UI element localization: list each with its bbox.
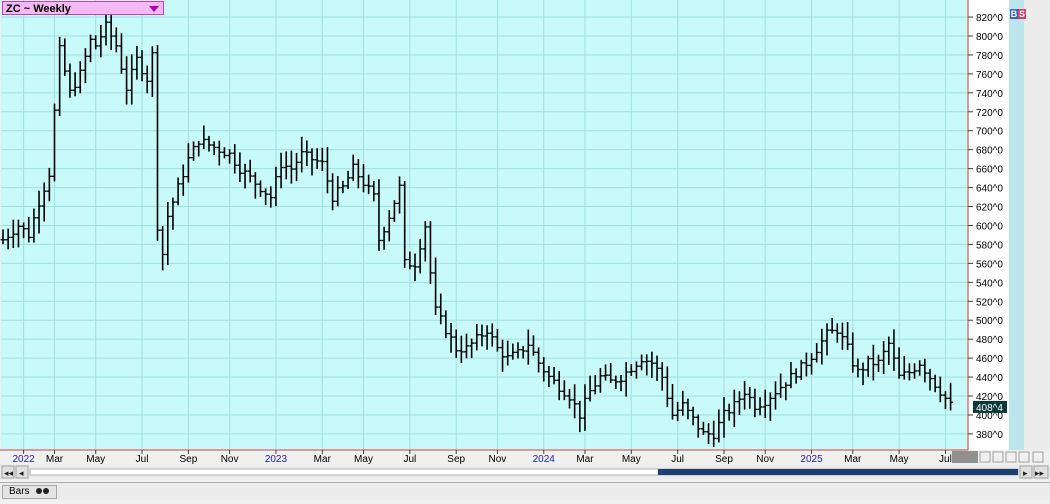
x-tick-label: May: [354, 454, 373, 465]
toolbar-button-2[interactable]: [992, 451, 1004, 463]
scroll-end-arrow-icon: ▸▸: [1035, 469, 1045, 479]
chart-svg[interactable]: 380^0400^0420^0440^0460^0480^0500^0520^0…: [0, 0, 1050, 499]
axis-corner-block: [952, 451, 978, 463]
symbol-selector[interactable]: ZC ~ Weekly: [2, 1, 164, 15]
y-tick-label: 680^0: [976, 146, 1003, 157]
x-tick-label: May: [86, 454, 105, 465]
y-tick-label: 580^0: [976, 240, 1003, 251]
y-tick-label: 480^0: [976, 335, 1003, 346]
symbol-label: ZC ~ Weekly: [6, 3, 71, 15]
toolbar-button-5[interactable]: [1032, 451, 1044, 463]
x-tick-label: Jul: [939, 454, 952, 465]
x-tick-label: 2023: [265, 454, 288, 465]
x-tick-label: Jul: [671, 454, 684, 465]
x-tick-label: Mar: [576, 454, 594, 465]
bottom-tab-bar: Bars: [0, 482, 1050, 500]
y-tick-label: 760^0: [976, 70, 1003, 81]
last-price-label: 408^4: [976, 403, 1003, 414]
last-price-marker: 408^4: [973, 400, 1007, 414]
right-panel-strip: [1009, 0, 1024, 450]
x-tick-label: Mar: [314, 454, 332, 465]
x-tick-label: Mar: [46, 454, 64, 465]
x-tick-label: Nov: [489, 454, 507, 465]
x-tick-label: 2025: [800, 454, 823, 465]
tab-bars[interactable]: Bars: [2, 485, 58, 499]
toolbar-button-3[interactable]: [1005, 451, 1017, 463]
scroll-prev-arrow-icon: ◂: [19, 469, 24, 479]
y-tick-label: 560^0: [976, 259, 1003, 270]
x-tick-label: 2024: [533, 454, 556, 465]
x-tick-label: Mar: [844, 454, 862, 465]
y-tick-label: 500^0: [976, 316, 1003, 327]
right-panel-edge: [1024, 0, 1050, 450]
x-tick-label: Sep: [715, 454, 733, 465]
y-tick-label: 380^0: [976, 430, 1003, 441]
toolbar-button-4[interactable]: [1018, 451, 1030, 463]
y-tick-label: 520^0: [976, 297, 1003, 308]
x-tick-label: Nov: [756, 454, 774, 465]
tab-bars-label: Bars: [9, 486, 30, 497]
y-tick-label: 440^0: [976, 373, 1003, 384]
y-tick-label: 780^0: [976, 51, 1003, 62]
y-tick-label: 720^0: [976, 108, 1003, 119]
x-tick-label: Jul: [403, 454, 416, 465]
sell-button[interactable]: S: [1018, 9, 1026, 19]
x-tick-label: Sep: [447, 454, 465, 465]
y-tick-label: 800^0: [976, 32, 1003, 43]
scroll-left-arrow-icon: ◂◂: [4, 469, 14, 479]
x-tick-label: 2022: [12, 454, 35, 465]
y-tick-label: 740^0: [976, 89, 1003, 100]
y-tick-label: 820^0: [976, 13, 1003, 24]
y-tick-label: 700^0: [976, 127, 1003, 138]
y-tick-label: 460^0: [976, 354, 1003, 365]
scroll-thumb[interactable]: [658, 469, 1018, 475]
toolbar-button-1[interactable]: [979, 451, 991, 463]
y-tick-label: 600^0: [976, 221, 1003, 232]
x-tick-label: Sep: [180, 454, 198, 465]
x-tick-label: May: [890, 454, 909, 465]
buy-sell-buttons: BS: [1010, 9, 1026, 19]
y-tick-label: 620^0: [976, 203, 1003, 214]
chart-frame: 380^0 400^0 420^0 440^0 460^0 480^0 500^0 520^0…: [0, 0, 1050, 500]
scroll-next-arrow-icon: ▸: [1023, 469, 1028, 479]
buy-button[interactable]: B: [1010, 9, 1018, 19]
y-tick-label: 540^0: [976, 278, 1003, 289]
x-tick-label: May: [622, 454, 641, 465]
y-tick-label: 640^0: [976, 184, 1003, 195]
link-icon: [36, 486, 50, 498]
chevron-down-icon[interactable]: [149, 6, 159, 12]
x-tick-label: Nov: [221, 454, 239, 465]
y-tick-label: 660^0: [976, 165, 1003, 176]
x-tick-label: Jul: [136, 454, 149, 465]
